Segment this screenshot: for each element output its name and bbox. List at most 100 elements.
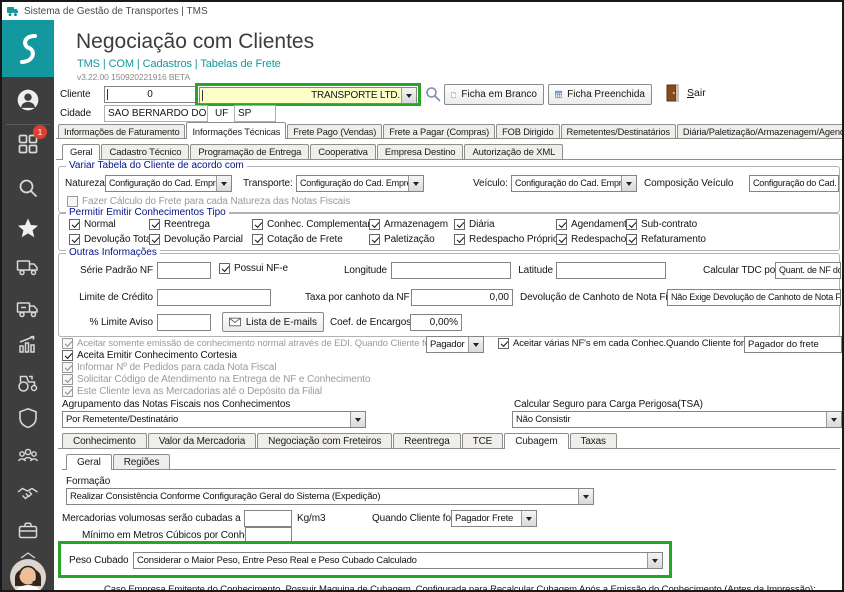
coef-encargos-field[interactable]: 0,00% [410, 314, 462, 331]
chevron-down-icon[interactable] [621, 176, 636, 191]
limite-credito-field[interactable] [157, 289, 271, 306]
cb-sub-contrato[interactable]: Sub-contrato [626, 219, 697, 230]
cb-diaria[interactable]: Diária [454, 219, 495, 230]
tab-geral[interactable]: Geral [62, 144, 101, 160]
cb-redespacho-proprio[interactable]: Redespacho Próprio [454, 234, 558, 245]
ficha-em-branco-button[interactable]: Ficha em Branco [444, 84, 544, 105]
tab-diaria-paletizacao-armazenagem-agendamento[interactable]: Diária/Paletização/Armazenagem/Agendamen… [676, 124, 842, 139]
cliente-name-combo[interactable]: TRANSPORTE LTD. [199, 87, 417, 104]
transporte-select[interactable]: Configuração do Cad. Empresas [296, 175, 424, 192]
cortesia-checkbox[interactable]: Aceita Emitir Conhecimento Cortesia [62, 350, 237, 361]
shield-icon[interactable] [16, 406, 40, 430]
tab-negociacao-com-freteiros[interactable]: Negociação com Freteiros [257, 433, 393, 449]
page-title: Negociação com Clientes [76, 30, 315, 53]
formacao-select[interactable]: Realizar Consistência Conforme Configura… [66, 488, 594, 505]
cb-agendamento[interactable]: Agendamento [556, 219, 632, 230]
support-avatar[interactable] [9, 558, 47, 590]
fazer-calculo-checkbox[interactable]: Fazer Cálculo do Frete para cada Naturez… [67, 196, 350, 207]
longitude-field[interactable] [391, 262, 511, 279]
edi-quando-select[interactable]: Pagador [426, 336, 484, 353]
cb-cotacao-de-frete[interactable]: Cotação de Frete [252, 234, 343, 245]
chevron-down-icon[interactable] [350, 412, 365, 427]
apps-grid-icon[interactable]: 1 [16, 125, 47, 156]
chevron-down-icon[interactable] [408, 176, 423, 191]
cb-refaturamento[interactable]: Refaturamento [626, 234, 706, 245]
tab-frete-a-pagar-compras[interactable]: Frete a Pagar (Compras) [383, 124, 496, 139]
peso-cubado-select[interactable]: Considerar o Maior Peso, Entre Peso Real… [133, 552, 663, 569]
tdc-select[interactable]: Quant. de NF do C [775, 262, 841, 279]
cb-devolucao-total[interactable]: Devolução Total [69, 234, 154, 245]
chevron-down-icon[interactable] [216, 176, 231, 191]
tab-empresa-destino[interactable]: Empresa Destino [376, 144, 464, 160]
search-icon[interactable] [16, 176, 40, 200]
transporte-label: Transporte: [243, 178, 293, 189]
composicao-select[interactable]: Configuração do Cad. Emp [749, 175, 839, 192]
brand-logo[interactable] [2, 20, 54, 77]
user-icon[interactable] [16, 88, 40, 112]
tab-cubagem[interactable]: Cubagem [504, 433, 569, 449]
chevron-down-icon[interactable] [468, 337, 483, 352]
tab-tce[interactable]: TCE [461, 433, 504, 449]
tab-reentrega[interactable]: Reentrega [393, 433, 461, 449]
chevron-down-icon[interactable] [521, 511, 536, 526]
tab-conhecimento[interactable]: Conhecimento [62, 433, 147, 449]
latitude-field[interactable] [556, 262, 666, 279]
veiculo-select[interactable]: Configuração do Cad. Empresas [511, 175, 637, 192]
tab-cooperativa[interactable]: Cooperativa [310, 144, 376, 160]
cb-reentrega[interactable]: Reentrega [149, 219, 210, 230]
favorites-star-icon[interactable] [16, 216, 40, 240]
tab-taxas[interactable]: Taxas [569, 433, 617, 449]
lista-emails-button[interactable]: Lista de E-mails [222, 312, 324, 332]
possui-nfe-checkbox[interactable]: Possui NF-e [219, 263, 288, 274]
checkbox-unchecked[interactable] [67, 196, 78, 207]
ficha-preenchida-button[interactable]: Ficha Preenchida [548, 84, 652, 105]
varias-nfs-checkbox[interactable]: Aceitar várias NF's em cada Conhec.Quand… [498, 338, 744, 349]
team-icon[interactable] [16, 444, 40, 468]
tab-programacao-de-entrega[interactable]: Programação de Entrega [190, 144, 310, 160]
cubadas-field[interactable] [244, 510, 292, 527]
tractor-icon[interactable] [16, 370, 40, 394]
varias-quando-field[interactable]: Pagador do frete [744, 336, 842, 353]
tab-autorizacao-de-xml[interactable]: Autorização de XML [464, 144, 564, 160]
handshake-icon[interactable] [16, 482, 40, 506]
tab-frete-pago-vendas[interactable]: Frete Pago (Vendas) [287, 124, 383, 139]
cb-normal[interactable]: Normal [69, 219, 116, 230]
atendimento-checkbox[interactable]: Solicitar Código de Atendimento na Entre… [62, 374, 370, 385]
tab-cubagem-geral[interactable]: Geral [66, 454, 112, 470]
chevron-down-icon[interactable] [647, 553, 662, 568]
truck-outbound-icon[interactable] [16, 254, 40, 278]
taxa-canhoto-field[interactable]: 0,00 [411, 289, 513, 306]
chevron-down-icon[interactable] [826, 412, 841, 427]
sair-button[interactable]: Sair [666, 84, 706, 102]
chevron-down-icon[interactable] [401, 88, 416, 103]
serie-padrao-field[interactable] [157, 262, 211, 279]
agrupamento-select[interactable]: Por Remetente/Destinatário [62, 411, 366, 428]
cb-redespacho[interactable]: Redespacho [556, 234, 626, 245]
seguro-select[interactable]: Não Consistir [512, 411, 842, 428]
tab-fob-dirigido[interactable]: FOB Dirigido [496, 124, 560, 139]
tab-informacoes-de-faturamento[interactable]: Informações de Faturamento [58, 124, 186, 139]
search-lookup-icon[interactable] [425, 86, 441, 102]
exit-door-icon [666, 84, 679, 102]
truck-inbound-icon[interactable] [16, 296, 40, 320]
tab-cubagem-regioes[interactable]: Regiões [112, 454, 171, 470]
sales-chart-icon[interactable] [16, 332, 40, 356]
edi-checkbox[interactable]: Aceitar somente emissão de conhecimento … [62, 338, 433, 349]
deposito-checkbox[interactable]: Este Cliente leva as Mercadorias até o D… [62, 386, 322, 397]
quando-cliente-select[interactable]: Pagador Frete [451, 510, 537, 527]
devolucao-canhoto-select[interactable]: Não Exige Devolução de Canhoto de Nota F… [667, 289, 841, 306]
cb-conhec-complementar[interactable]: Conhec. Complementar [252, 219, 371, 230]
tab-valor-da-mercadoria[interactable]: Valor da Mercadoria [147, 433, 257, 449]
tab-informacoes-tecnicas[interactable]: Informações Técnicas [186, 122, 287, 139]
tab-cadastro-tecnico[interactable]: Cadastro Técnico [101, 144, 190, 160]
cb-paletizacao[interactable]: Paletização [369, 234, 435, 245]
cb-devolucao-parcial[interactable]: Devolução Parcial [149, 234, 243, 245]
natureza-select[interactable]: Configuração do Cad. Empresas [105, 175, 232, 192]
cb-armazenagem[interactable]: Armazenagem [369, 219, 448, 230]
chevron-down-icon[interactable] [578, 489, 593, 504]
cliente-code-field[interactable]: 0 [104, 86, 196, 103]
tab-remetentes-destinatarios[interactable]: Remetentes/Destinatários [560, 124, 676, 139]
limite-aviso-field[interactable] [157, 314, 211, 331]
briefcase-icon[interactable] [16, 518, 40, 542]
pedidos-checkbox[interactable]: Informar Nº de Pedidos para cada Nota Fi… [62, 362, 276, 373]
